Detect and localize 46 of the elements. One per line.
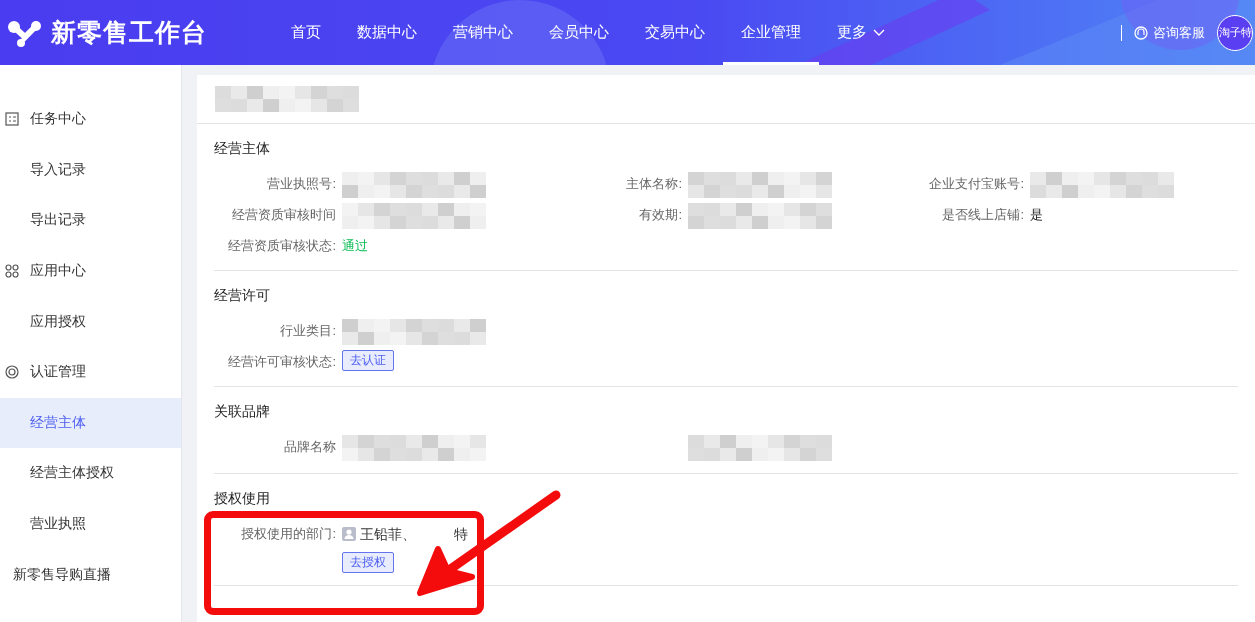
field-label: 是否线上店铺:: [941, 206, 1024, 224]
support-link[interactable]: 咨询客服: [1134, 23, 1205, 42]
field-label: 品牌名称: [283, 438, 336, 456]
field-label: 经营许可审核状态:: [227, 353, 336, 371]
section-title: 关联品牌: [214, 403, 271, 421]
nav-tab[interactable]: 会员中心: [531, 0, 627, 65]
authorize-button[interactable]: 去授权: [342, 552, 394, 573]
caret-icon: [873, 28, 885, 37]
sidebar-item[interactable]: 经营主体授权: [30, 464, 114, 483]
headset-icon: [1134, 25, 1148, 40]
sidebar-item[interactable]: 认证管理: [30, 363, 86, 382]
nav-tab[interactable]: 交易中心: [627, 0, 723, 65]
section-title: 经营许可: [214, 287, 271, 305]
user-icon: [342, 527, 356, 541]
field-label: 营业执照号:: [266, 175, 336, 193]
target-icon: [5, 365, 19, 380]
nav-tab[interactable]: 数据中心: [339, 0, 435, 65]
section-title: 经营主体: [214, 140, 271, 158]
department-name: 特: [454, 525, 468, 544]
section-title: 授权使用: [214, 490, 271, 508]
field-label: 经营资质审核状态:: [227, 237, 336, 255]
nav-tab[interactable]: 首页: [273, 0, 339, 65]
logo-text: 新零售工作台: [51, 17, 207, 48]
field-value: 是: [1030, 206, 1043, 224]
grid-icon: [5, 264, 19, 279]
list-icon: [5, 112, 19, 127]
nav-tab[interactable]: 企业管理: [723, 0, 819, 65]
verify-button[interactable]: 去认证: [342, 350, 394, 371]
sidebar-item[interactable]: 应用中心: [30, 262, 86, 281]
sidebar-item[interactable]: 经营主体: [30, 413, 86, 432]
sidebar-item[interactable]: 导出记录: [30, 211, 86, 230]
sidebar-item[interactable]: 营业执照: [30, 515, 86, 534]
sidebar-item[interactable]: 任务中心: [30, 110, 86, 129]
department-name: 王铅菲、: [360, 525, 416, 544]
nav-tab[interactable]: 营销中心: [435, 0, 531, 65]
sidebar-item[interactable]: 导入记录: [30, 160, 86, 179]
field-label: 行业类目:: [279, 322, 336, 340]
field-label: 有效期:: [638, 206, 682, 224]
sidebar-item[interactable]: 新零售导购直播: [13, 565, 111, 584]
field-label: 企业支付宝账号:: [928, 175, 1024, 193]
field-label: 授权使用的部门:: [240, 525, 336, 543]
sidebar-item[interactable]: 应用授权: [30, 312, 86, 331]
nav-tab[interactable]: 更多: [819, 0, 903, 65]
field-label: 经营资质审核时间: [231, 206, 336, 224]
status-text: 通过: [342, 237, 368, 255]
field-label: 主体名称:: [625, 175, 682, 193]
